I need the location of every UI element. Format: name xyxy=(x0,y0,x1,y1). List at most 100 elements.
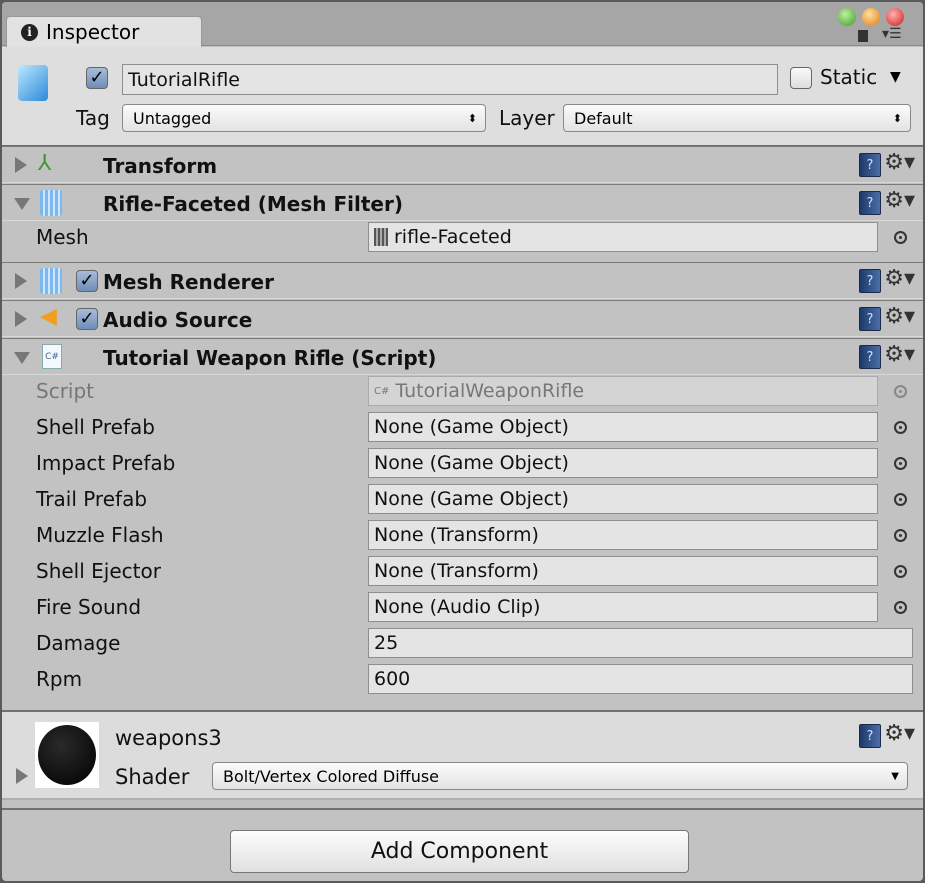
object-picker-icon[interactable] xyxy=(894,231,907,244)
add-component-button[interactable]: Add Component xyxy=(230,830,689,873)
zoom-button[interactable] xyxy=(838,8,856,26)
mesh-field[interactable]: rifle-Faceted xyxy=(368,222,878,252)
enabled-checkbox[interactable]: ✓ xyxy=(76,308,98,330)
tab-inspector[interactable]: i Inspector xyxy=(6,16,202,47)
field-label: Trail Prefab xyxy=(36,487,148,511)
close-button[interactable] xyxy=(886,8,904,26)
mesh-label: Mesh xyxy=(36,225,89,249)
component-title: Rifle-Faceted (Mesh Filter) xyxy=(103,192,403,216)
gameobject-header: ✓ TutorialRifle Static ▼ Tag Untagged ⬍ L… xyxy=(2,47,923,147)
help-book-icon[interactable]: ? xyxy=(859,153,881,177)
static-dropdown-icon[interactable]: ▼ xyxy=(890,69,901,85)
gear-icon[interactable]: ⚙▾ xyxy=(884,150,915,175)
material-preview[interactable] xyxy=(35,722,99,788)
help-book-icon[interactable]: ? xyxy=(859,307,881,331)
material-section: weapons3 Shader Bolt/Vertex Colored Diff… xyxy=(2,712,923,800)
expand-arrow-icon[interactable] xyxy=(16,768,28,784)
csharp-script-icon: C# xyxy=(42,344,62,369)
active-checkbox[interactable]: ✓ xyxy=(86,67,108,89)
script-field: C# TutorialWeaponRifle xyxy=(368,376,878,406)
field-label: Fire Sound xyxy=(36,595,142,619)
layer-value: Default xyxy=(574,108,633,128)
script-label: Script xyxy=(36,379,95,403)
impact-prefab-field[interactable]: None (Game Object) xyxy=(368,448,878,478)
damage-input[interactable]: 25 xyxy=(368,628,913,658)
inspector-window: i Inspector ▾☰ ✓ TutorialRifle Static ▼ T… xyxy=(2,2,923,881)
mesh-filter-icon xyxy=(40,190,62,216)
csharp-script-icon: C# xyxy=(374,385,390,397)
component-title: Tutorial Weapon Rifle (Script) xyxy=(103,346,437,370)
shader-label: Shader xyxy=(115,765,190,789)
collapse-arrow-icon[interactable] xyxy=(14,198,30,210)
component-title: Audio Source xyxy=(103,308,253,332)
material-name: weapons3 xyxy=(115,726,222,750)
muzzle-flash-field[interactable]: None (Transform) xyxy=(368,520,878,550)
script-value: TutorialWeaponRifle xyxy=(395,380,585,402)
static-checkbox[interactable] xyxy=(790,67,812,89)
object-picker-icon[interactable] xyxy=(894,493,907,506)
object-picker-icon[interactable] xyxy=(894,601,907,614)
mesh-renderer-icon xyxy=(40,268,62,294)
gear-icon[interactable]: ⚙▾ xyxy=(884,304,915,329)
fire-sound-field[interactable]: None (Audio Clip) xyxy=(368,592,878,622)
object-picker-icon[interactable] xyxy=(894,529,907,542)
shader-value: Bolt/Vertex Colored Diffuse xyxy=(223,766,440,786)
field-label: Impact Prefab xyxy=(36,451,176,475)
tag-label: Tag xyxy=(76,106,110,130)
mesh-value: rifle-Faceted xyxy=(394,226,512,248)
gear-icon[interactable]: ⚙▾ xyxy=(884,188,915,213)
name-input[interactable]: TutorialRifle xyxy=(122,64,778,95)
field-label: Muzzle Flash xyxy=(36,523,164,547)
dropdown-arrow-icon: ▼ xyxy=(891,770,899,782)
expand-arrow-icon[interactable] xyxy=(15,273,27,289)
transform-axes-icon: ⅄ xyxy=(38,151,52,176)
field-label: Rpm xyxy=(36,667,83,691)
menu-icon[interactable]: ▾☰ xyxy=(882,26,902,42)
static-label: Static xyxy=(820,65,878,89)
cube-icon[interactable] xyxy=(18,65,48,101)
layer-dropdown[interactable]: Default ⬍ xyxy=(563,104,911,132)
help-book-icon[interactable]: ? xyxy=(859,191,881,215)
gear-icon[interactable]: ⚙▾ xyxy=(884,342,915,367)
layer-label: Layer xyxy=(499,106,555,130)
field-label: Damage xyxy=(36,631,121,655)
info-icon: i xyxy=(21,23,38,41)
gear-icon[interactable]: ⚙▾ xyxy=(884,721,915,746)
enabled-checkbox[interactable]: ✓ xyxy=(76,270,98,292)
rpm-input[interactable]: 600 xyxy=(368,664,913,694)
expand-arrow-icon[interactable] xyxy=(15,311,27,327)
shell-ejector-field[interactable]: None (Transform) xyxy=(368,556,878,586)
lock-icon[interactable] xyxy=(858,30,868,42)
object-picker-icon[interactable] xyxy=(894,565,907,578)
minimize-button[interactable] xyxy=(862,8,880,26)
expand-arrow-icon[interactable] xyxy=(15,157,27,173)
component-mesh-renderer[interactable]: ✓ Mesh Renderer ? ⚙▾ xyxy=(2,262,923,299)
mesh-icon xyxy=(374,228,388,246)
field-label: Shell Ejector xyxy=(36,559,161,583)
component-transform[interactable]: ⅄ Transform ? ⚙▾ xyxy=(2,146,923,183)
collapse-arrow-icon[interactable] xyxy=(14,352,30,364)
speaker-icon: ◀ xyxy=(40,304,57,329)
help-book-icon[interactable]: ? xyxy=(859,269,881,293)
help-book-icon[interactable]: ? xyxy=(859,345,881,369)
updown-icon: ⬍ xyxy=(467,111,477,125)
component-mesh-filter[interactable]: Rifle-Faceted (Mesh Filter) ? ⚙▾ xyxy=(2,184,923,221)
tab-bar: i Inspector ▾☰ xyxy=(2,2,923,47)
updown-icon: ⬍ xyxy=(892,111,902,125)
help-book-icon[interactable]: ? xyxy=(859,724,881,748)
shell-prefab-field[interactable]: None (Game Object) xyxy=(368,412,878,442)
gear-icon[interactable]: ⚙▾ xyxy=(884,266,915,291)
tag-dropdown[interactable]: Untagged ⬍ xyxy=(122,104,486,132)
divider xyxy=(2,808,923,810)
trail-prefab-field[interactable]: None (Game Object) xyxy=(368,484,878,514)
shader-dropdown[interactable]: Bolt/Vertex Colored Diffuse ▼ xyxy=(212,762,908,790)
object-picker-icon xyxy=(894,385,907,398)
tab-title: Inspector xyxy=(46,20,140,44)
object-picker-icon[interactable] xyxy=(894,457,907,470)
component-title: Mesh Renderer xyxy=(103,270,274,294)
component-audio-source[interactable]: ◀ ✓ Audio Source ? ⚙▾ xyxy=(2,300,923,337)
component-title: Transform xyxy=(103,154,218,178)
component-script[interactable]: C# Tutorial Weapon Rifle (Script) ? ⚙▾ xyxy=(2,338,923,375)
tag-value: Untagged xyxy=(133,108,212,128)
object-picker-icon[interactable] xyxy=(894,421,907,434)
